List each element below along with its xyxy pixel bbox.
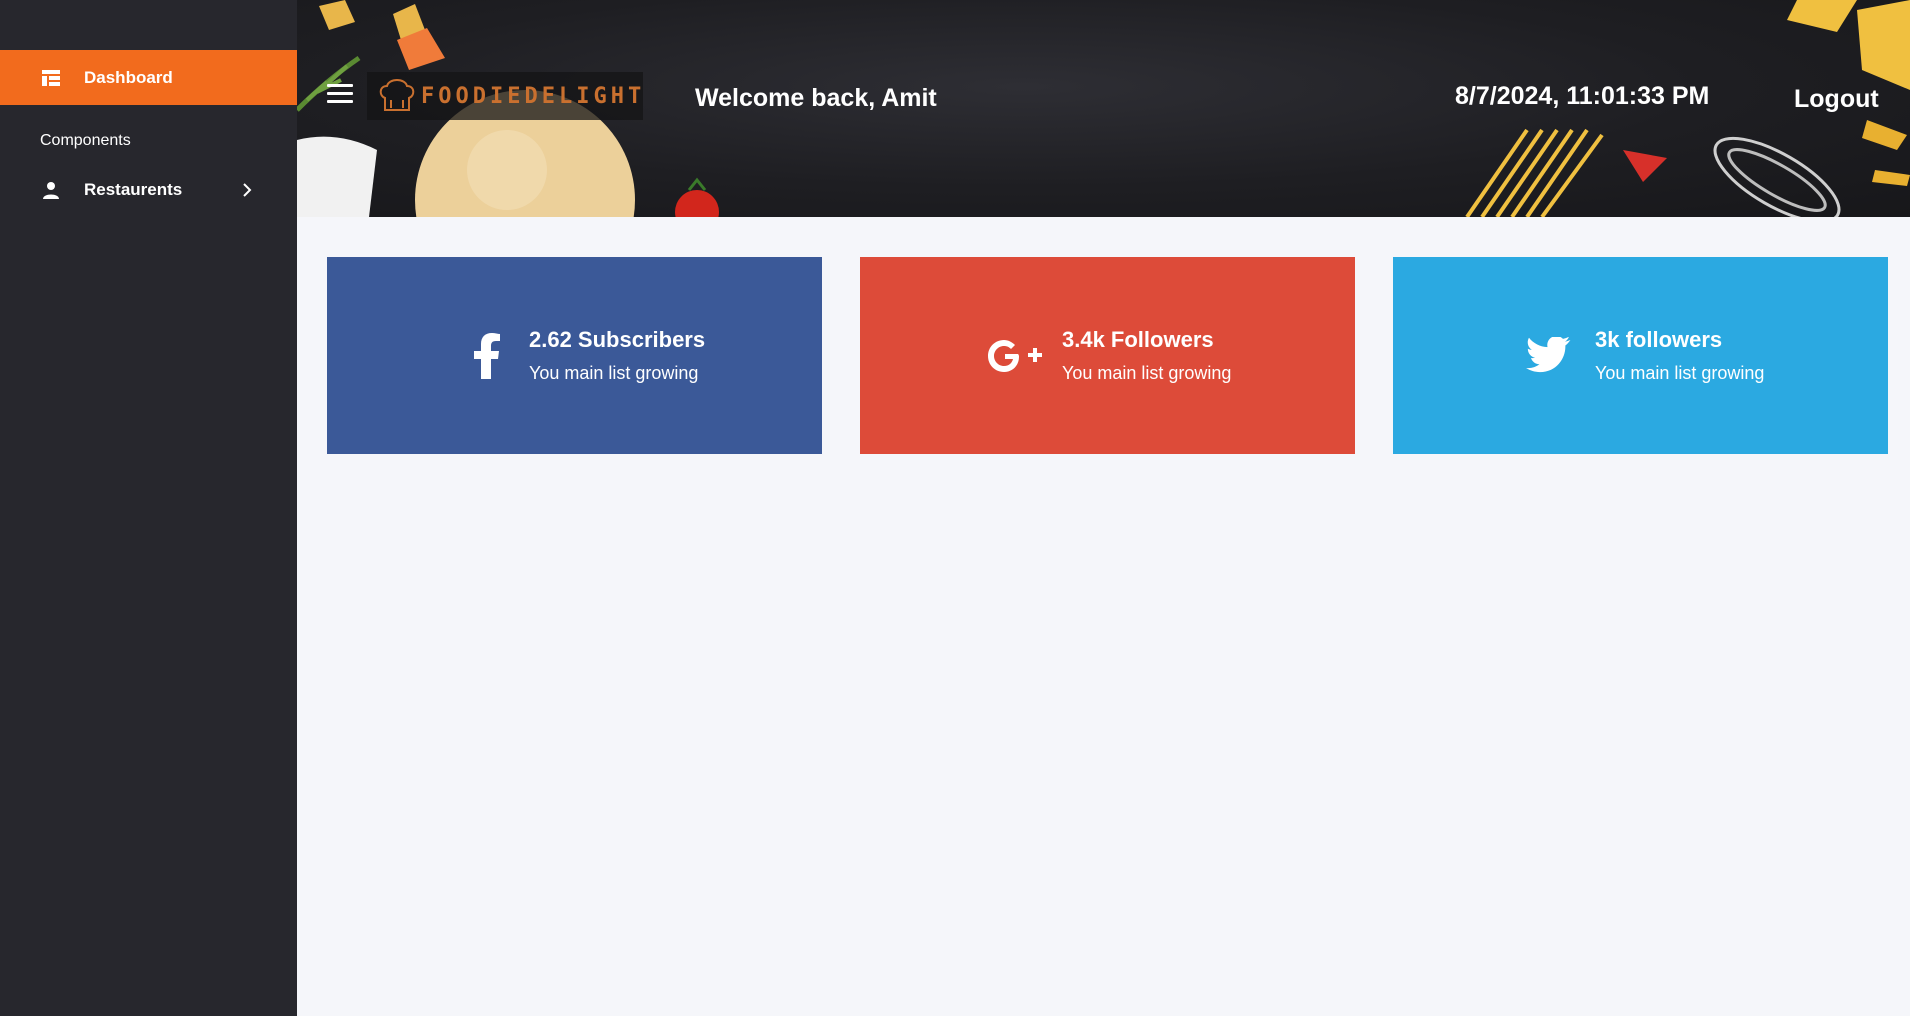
menu-hamburger-icon[interactable] xyxy=(327,84,353,106)
sidebar-item-dashboard[interactable]: Dashboard xyxy=(0,50,297,105)
sidebar: Dashboard Components Restaurents xyxy=(0,0,297,1016)
dashboard-icon xyxy=(40,67,62,89)
card-title: 2.62 Subscribers xyxy=(529,327,706,352)
card-subtitle: You main list growing xyxy=(1062,363,1232,383)
card-subtitle: You main list growing xyxy=(1595,363,1765,383)
sidebar-item-label: Dashboard xyxy=(84,67,173,87)
logo-text: FOODIEDELIGHT xyxy=(421,83,646,109)
logout-button[interactable]: Logout xyxy=(1794,85,1879,114)
chef-hat-icon xyxy=(377,76,417,116)
card-subtitle: You main list growing xyxy=(529,363,699,383)
user-icon xyxy=(40,179,62,201)
google-plus-icon xyxy=(980,326,1050,386)
twitter-icon xyxy=(1513,326,1583,386)
sidebar-item-restaurents[interactable]: Restaurents xyxy=(40,176,252,204)
logo: FOODIEDELIGHT xyxy=(367,72,643,120)
twitter-card: 3k followers You main list growing xyxy=(1393,257,1888,454)
facebook-icon xyxy=(457,326,517,386)
header-banner: FOODIEDELIGHT Welcome back, Amit 8/7/202… xyxy=(297,0,1910,217)
card-title: 3k followers xyxy=(1595,327,1723,352)
google-plus-card: 3.4k Followers You main list growing xyxy=(860,257,1355,454)
card-title: 3.4k Followers xyxy=(1062,327,1214,352)
sidebar-section-label: Components xyxy=(40,132,131,149)
chevron-right-icon xyxy=(242,183,252,197)
welcome-message: Welcome back, Amit xyxy=(695,84,937,112)
sidebar-item-label: Restaurents xyxy=(84,180,183,199)
current-datetime: 8/7/2024, 11:01:33 PM xyxy=(1455,82,1710,110)
facebook-card: 2.62 Subscribers You main list growing xyxy=(327,257,822,454)
